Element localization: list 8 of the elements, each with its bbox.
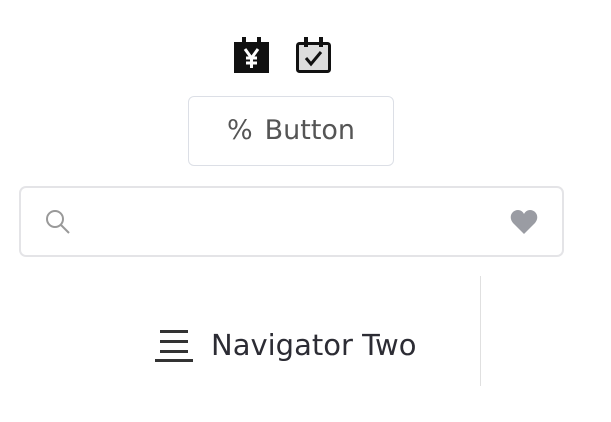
menu-icon: [155, 330, 193, 362]
search-icon: [45, 208, 71, 234]
navigator-menu-item[interactable]: Navigator Two: [155, 276, 480, 388]
search-field[interactable]: [19, 186, 564, 257]
calendar-check-icon: [296, 37, 331, 73]
heart-icon: [510, 210, 538, 234]
calendar-icon: [234, 37, 269, 73]
percent-button[interactable]: % Button: [188, 96, 394, 166]
